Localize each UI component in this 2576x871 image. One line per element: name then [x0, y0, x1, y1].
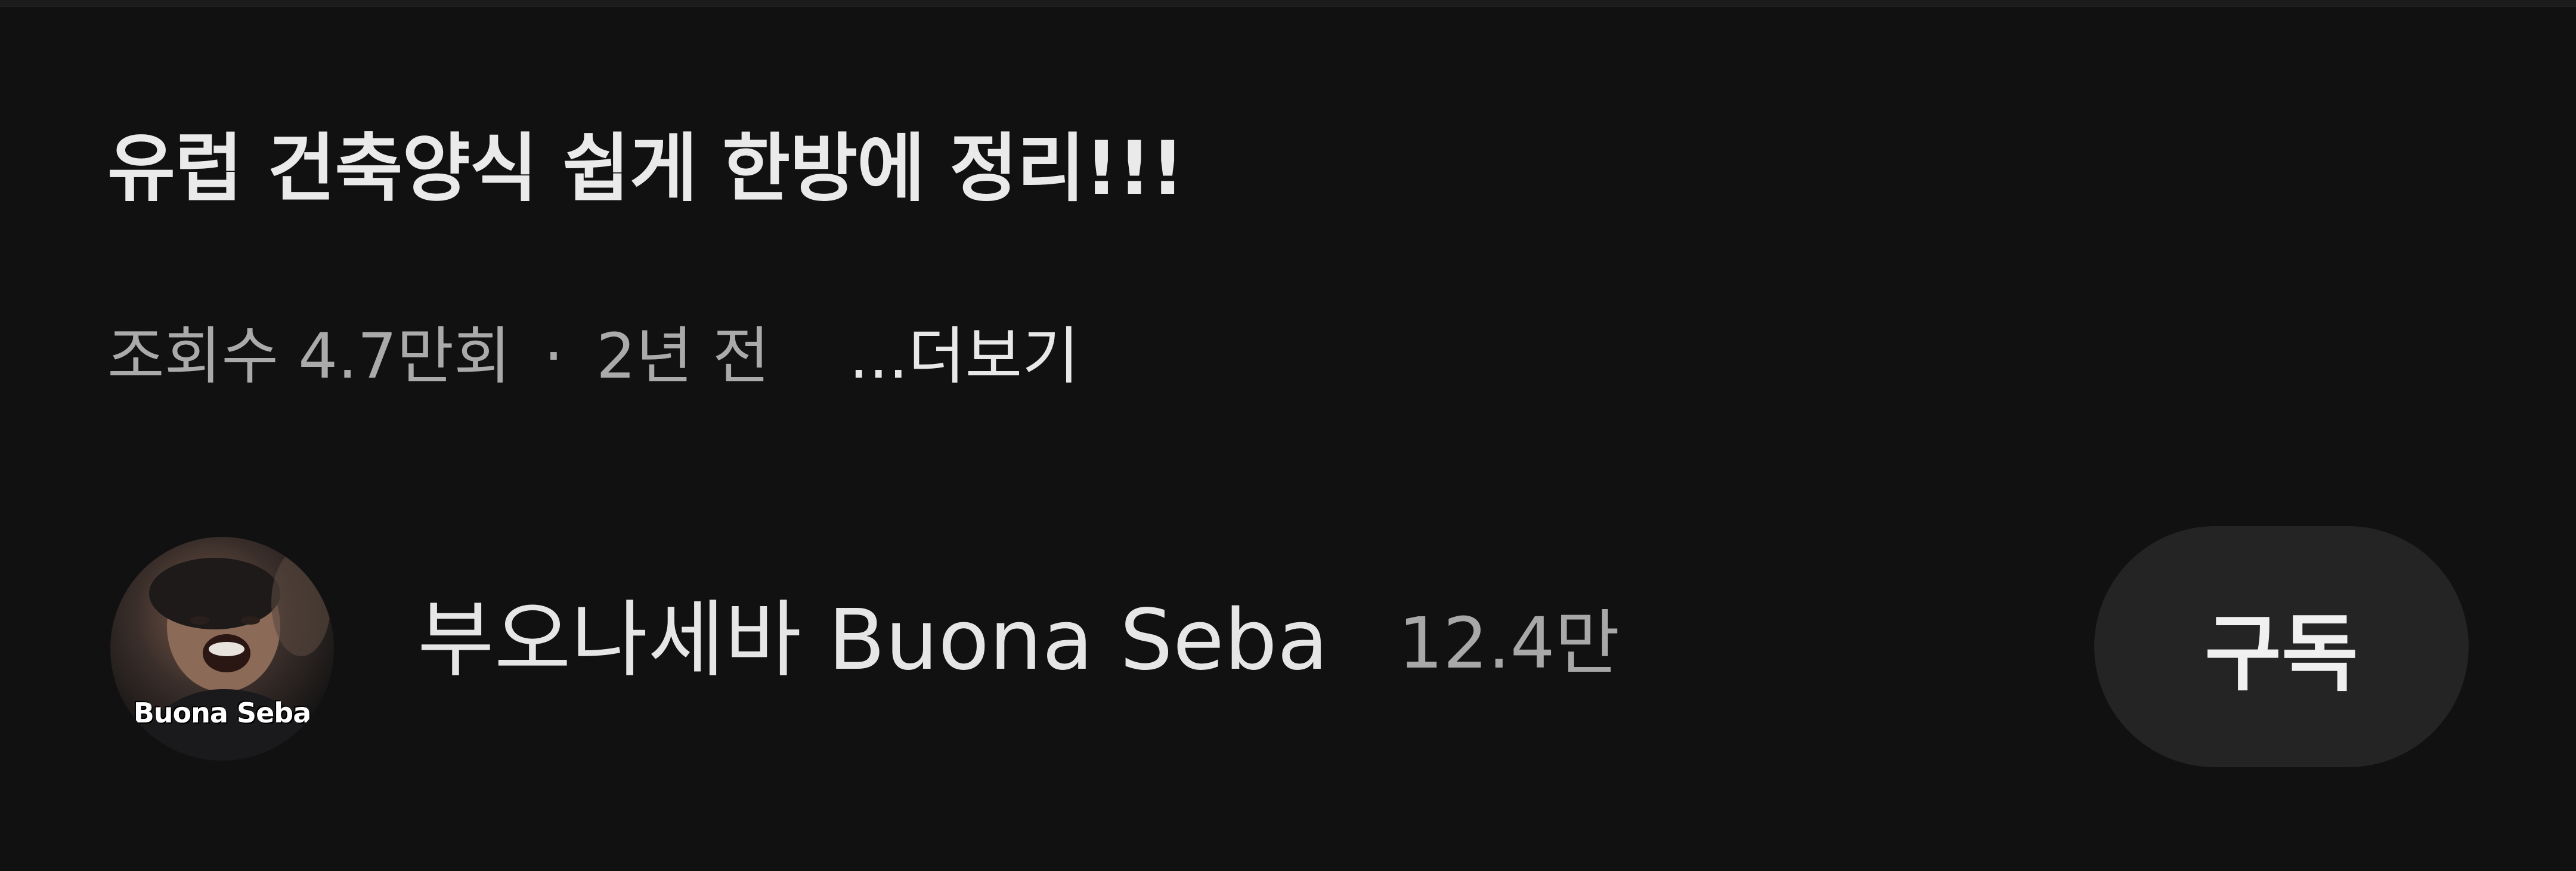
- video-player-edge: [0, 0, 2576, 7]
- video-title[interactable]: 유럽 건축양식 쉽게 한방에 정리!!!: [107, 128, 1184, 210]
- channel-avatar[interactable]: Buona Seba: [110, 537, 334, 761]
- upload-age: 2년 전: [596, 320, 770, 393]
- channel-row: Buona Seba 부오나세바 Buona Seba 12.4만 구독: [0, 525, 2576, 776]
- show-more-link[interactable]: ...더보기: [849, 319, 1079, 394]
- channel-name[interactable]: 부오나세바 Buona Seba: [417, 591, 1329, 691]
- avatar-logo-text: Buona Seba: [133, 697, 312, 729]
- video-meta[interactable]: 조회수 4.7만회 · 2년 전 ...더보기: [107, 319, 1079, 394]
- subscriber-count: 12.4만: [1398, 602, 1620, 684]
- view-count: 조회수 4.7만회: [107, 320, 511, 393]
- subscribe-button[interactable]: 구독: [2094, 526, 2469, 767]
- meta-separator: ·: [543, 320, 564, 393]
